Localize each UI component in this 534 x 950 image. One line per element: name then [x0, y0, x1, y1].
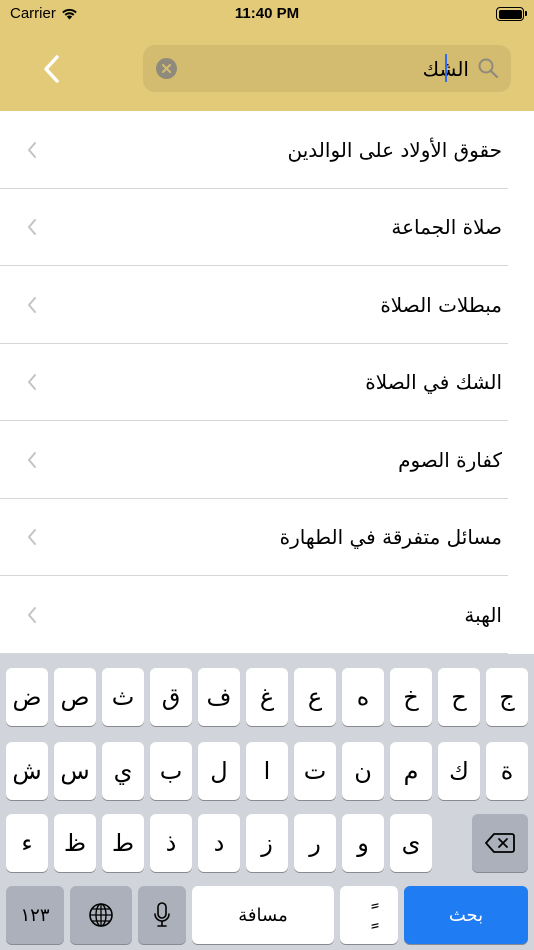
key[interactable]: ع: [294, 668, 336, 726]
key[interactable]: ف: [198, 668, 240, 726]
list-item[interactable]: مسائل متفرقة في الطهارة: [0, 499, 534, 577]
chevron-left-icon: [28, 219, 36, 236]
search-bar: [143, 45, 511, 92]
list-item-label: حقوق الأولاد على الوالدين: [287, 137, 502, 162]
key[interactable]: ش: [6, 742, 48, 800]
navigation-header: Carrier 11:40 PM: [0, 0, 534, 111]
chevron-left-icon: [44, 55, 59, 83]
keyboard: ض ص ث ق ف غ ع ه خ ح ج ش س ي ب ل ا ت ن م …: [0, 654, 534, 950]
key[interactable]: ط: [102, 814, 144, 872]
key[interactable]: ج: [486, 668, 528, 726]
dictation-key[interactable]: [138, 886, 186, 944]
chevron-left-icon: [28, 451, 36, 468]
key[interactable]: ا: [246, 742, 288, 800]
list-item[interactable]: الشك في الصلاة: [0, 344, 534, 422]
key[interactable]: غ: [246, 668, 288, 726]
key[interactable]: م: [390, 742, 432, 800]
key[interactable]: ء: [6, 814, 48, 872]
key[interactable]: ق: [150, 668, 192, 726]
key[interactable]: ه: [342, 668, 384, 726]
key[interactable]: ل: [198, 742, 240, 800]
key[interactable]: ز: [246, 814, 288, 872]
key[interactable]: ك: [438, 742, 480, 800]
key[interactable]: ح: [438, 668, 480, 726]
key[interactable]: ظ: [54, 814, 96, 872]
chevron-left-icon: [28, 141, 36, 158]
search-icon: [478, 58, 499, 79]
results-list: حقوق الأولاد على الوالدين صلاة الجماعة م…: [0, 111, 534, 654]
close-icon: [162, 64, 171, 73]
delete-key[interactable]: [472, 814, 528, 872]
clear-search-button[interactable]: [156, 58, 177, 79]
status-time: 11:40 PM: [234, 5, 300, 22]
key[interactable]: ي: [102, 742, 144, 800]
list-item-label: صلاة الجماعة: [391, 215, 502, 240]
chevron-left-icon: [28, 374, 36, 391]
status-bar: Carrier 11:40 PM: [0, 0, 534, 30]
list-item-label: كفارة الصوم: [398, 447, 502, 472]
microphone-icon: [154, 902, 170, 927]
key[interactable]: ت: [294, 742, 336, 800]
key[interactable]: ذ: [150, 814, 192, 872]
chevron-left-icon: [28, 606, 36, 623]
key[interactable]: ر: [294, 814, 336, 872]
key[interactable]: ص: [54, 668, 96, 726]
list-item-label: مبطلات الصلاة: [380, 292, 502, 317]
key[interactable]: ة: [486, 742, 528, 800]
back-button[interactable]: [34, 50, 68, 88]
key[interactable]: خ: [390, 668, 432, 726]
key[interactable]: ث: [102, 668, 144, 726]
globe-key[interactable]: [70, 886, 132, 944]
list-item[interactable]: كفارة الصوم: [0, 421, 534, 499]
tanween-key[interactable]: ًٍ: [340, 886, 398, 944]
list-item-label: مسائل متفرقة في الطهارة: [279, 525, 502, 550]
key[interactable]: س: [54, 742, 96, 800]
text-caret: [445, 54, 447, 82]
list-item[interactable]: الهبة: [0, 576, 534, 654]
key[interactable]: ى: [390, 814, 432, 872]
key[interactable]: ن: [342, 742, 384, 800]
search-input[interactable]: [183, 45, 471, 92]
key[interactable]: و: [342, 814, 384, 872]
globe-icon: [89, 903, 113, 927]
key[interactable]: ب: [150, 742, 192, 800]
list-item-label: الشك في الصلاة: [365, 370, 502, 395]
key[interactable]: د: [198, 814, 240, 872]
chevron-left-icon: [28, 296, 36, 313]
chevron-left-icon: [28, 529, 36, 546]
list-item[interactable]: صلاة الجماعة: [0, 189, 534, 267]
numbers-key[interactable]: ١٢٣: [6, 886, 64, 944]
list-item-label: الهبة: [464, 602, 502, 627]
list-item[interactable]: حقوق الأولاد على الوالدين: [0, 111, 534, 189]
space-key[interactable]: مسافة: [192, 886, 334, 944]
backspace-icon: [485, 833, 515, 853]
search-key[interactable]: بحث: [404, 886, 528, 944]
list-item[interactable]: مبطلات الصلاة: [0, 266, 534, 344]
key[interactable]: ض: [6, 668, 48, 726]
battery-icon: [496, 7, 527, 21]
